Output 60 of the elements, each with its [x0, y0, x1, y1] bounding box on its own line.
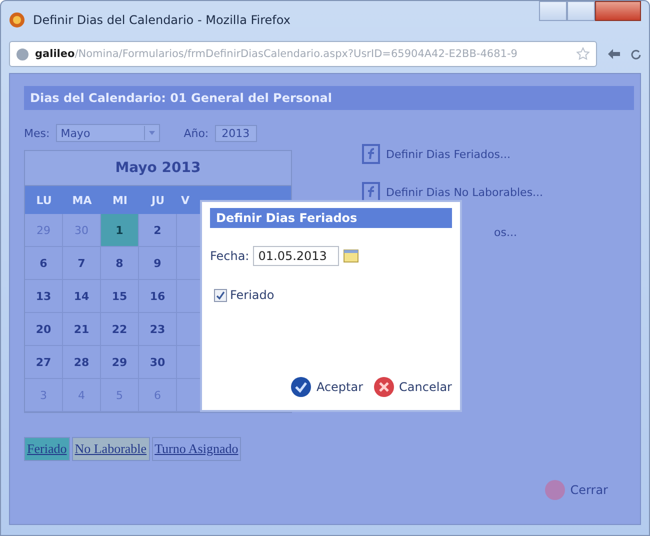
dialog-title: Definir Dias Feriados [210, 208, 452, 228]
close-button[interactable] [595, 1, 641, 21]
calendar-day[interactable]: 23 [139, 313, 177, 346]
year-field[interactable]: 2013 [214, 124, 257, 142]
calendar-day[interactable]: 14 [63, 280, 101, 313]
calendar-day[interactable]: 28 [63, 346, 101, 379]
calendar-day[interactable]: 30 [139, 346, 177, 379]
calendar-day[interactable]: 27 [25, 346, 63, 379]
weekday-label: JU [150, 194, 166, 206]
legend-item: Turno Asignado [152, 437, 242, 461]
calendar-icon[interactable] [343, 249, 360, 263]
calendar-day[interactable]: 22 [101, 313, 139, 346]
document-icon [362, 182, 380, 202]
calendar-day[interactable]: 16 [139, 280, 177, 313]
window-title: Definir Dias del Calendario - Mozilla Firefox [33, 13, 292, 27]
legend-item: Feriado [24, 437, 70, 461]
calendar-title: Mayo 2013 [115, 160, 201, 176]
action-link[interactable]: Definir Dias No Laborables... [386, 186, 544, 198]
page-header: Dias del Calendario: 01 General del Personal [24, 86, 634, 110]
calendar-day[interactable]: 21 [63, 313, 101, 346]
maximize-button[interactable] [567, 1, 595, 21]
back-arrow-icon[interactable] [607, 48, 621, 60]
month-dropdown[interactable]: Mayo [56, 124, 160, 142]
star-icon[interactable] [576, 47, 590, 61]
globe-icon [16, 48, 29, 60]
legend-item: No Laborable [72, 437, 150, 461]
weekday-label: MI [111, 194, 129, 206]
calendar-day[interactable]: 8 [101, 247, 139, 280]
calendar-day[interactable]: 20 [25, 313, 63, 346]
minimize-button[interactable] [539, 1, 567, 21]
document-icon [362, 144, 380, 164]
ball-icon [544, 479, 566, 501]
month-label: Mes: [24, 126, 50, 140]
action-link[interactable]: Definir Dias Feriados... [386, 148, 510, 160]
close-button[interactable]: Cerrar [538, 478, 614, 502]
date-field[interactable]: 01.05.2013 [253, 246, 340, 266]
calendar-day[interactable]: 29 [101, 346, 139, 379]
calendar-day[interactable]: 2 [139, 214, 177, 247]
weekday-label: V [180, 194, 191, 206]
check-icon [290, 376, 312, 398]
calendar-day[interactable]: 13 [25, 280, 63, 313]
checkbox-label: Feriado [230, 288, 274, 302]
calendar-day[interactable]: 6 [25, 247, 63, 280]
checkbox[interactable] [214, 288, 227, 302]
cancel-button[interactable]: Cancelar [373, 376, 452, 398]
date-label: Fecha: [210, 249, 250, 263]
address-field[interactable]: galileo/Nomina/Formularios/frmDefinirDiasCalendario.aspx?UsrID=65904A42-E2BB-4681-9 [9, 41, 597, 67]
calendar-day[interactable]: 7 [63, 247, 101, 280]
reload-icon[interactable] [631, 48, 641, 60]
action-link[interactable]: os... [494, 226, 517, 239]
accept-button[interactable]: Aceptar [290, 376, 364, 398]
calendar-day[interactable]: 1 [101, 214, 139, 247]
weekday-label: LU [35, 194, 53, 206]
url-text: galileo/Nomina/Formularios/frmDefinirDiasCalendario.aspx?UsrID=65904A42-E2BB-4681-9 [35, 48, 518, 60]
calendar-day[interactable]: 15 [101, 280, 139, 313]
year-label: Año: [184, 126, 209, 140]
browser-logo-icon [9, 12, 25, 28]
weekday-label: MA [71, 194, 93, 206]
calendar-day[interactable]: 9 [139, 247, 177, 280]
cross-icon [373, 376, 396, 398]
